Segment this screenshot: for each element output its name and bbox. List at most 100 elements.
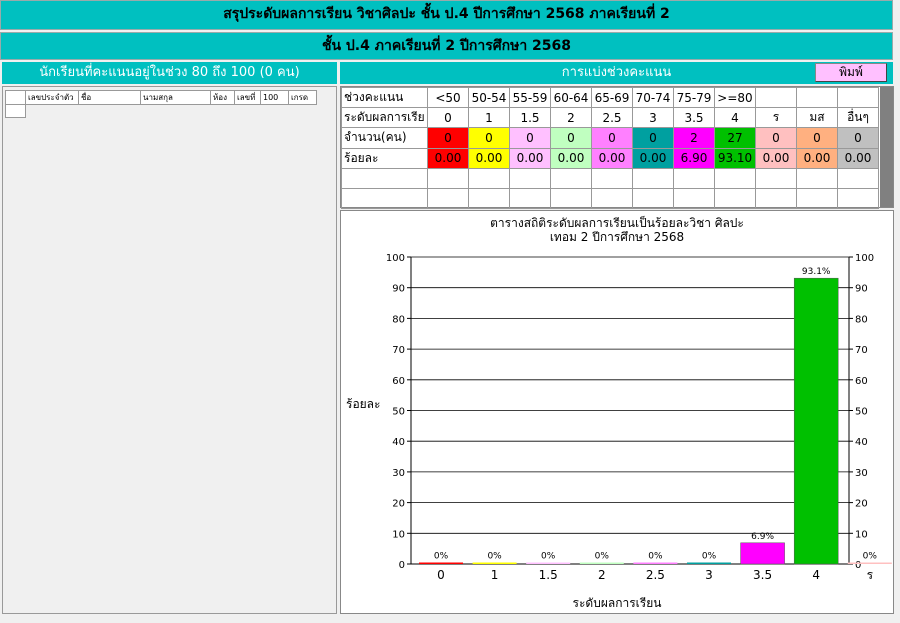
range-cell[interactable]: 75-79 <box>673 86 715 109</box>
student-col-surname[interactable]: นามสกุล <box>140 90 211 105</box>
percent-cell[interactable]: 0.00 <box>468 147 510 169</box>
student-col-number[interactable]: เลขที่ <box>234 90 261 105</box>
bar-value-label: 0% <box>595 552 610 562</box>
count-cell[interactable]: 0 <box>427 127 469 149</box>
report-title: สรุประดับผลการเรียน วิชาศิลปะ ชั้น ป.4 ป… <box>0 0 893 30</box>
blank-cell[interactable] <box>468 187 510 210</box>
blank-cell[interactable] <box>341 167 428 189</box>
blank-cell[interactable] <box>341 187 428 210</box>
blank-cell[interactable] <box>837 187 879 210</box>
range-cell[interactable]: 55-59 <box>509 86 551 109</box>
blank-cell[interactable] <box>550 167 592 189</box>
blank-cell[interactable] <box>837 167 879 189</box>
blank-cell[interactable] <box>427 167 469 189</box>
blank-cell[interactable] <box>468 167 510 189</box>
count-cell[interactable]: 2 <box>673 127 715 149</box>
student-table[interactable]: เลขประจำตัว ชื่อ นามสกุล ห้อง เลขที่ 100… <box>5 90 317 118</box>
percent-cell[interactable]: 6.90 <box>673 147 715 169</box>
blank-cell[interactable] <box>714 187 756 210</box>
range-cell[interactable]: 60-64 <box>550 86 592 109</box>
count-cell[interactable]: 0 <box>468 127 510 149</box>
count-cell[interactable]: 0 <box>755 127 797 149</box>
percent-cell[interactable]: 0.00 <box>755 147 797 169</box>
count-cell[interactable]: 0 <box>550 127 592 149</box>
grade-cell[interactable]: ร <box>755 107 797 129</box>
blank-cell[interactable] <box>796 167 838 189</box>
blank-cell[interactable] <box>755 167 797 189</box>
student-col-grade[interactable]: เกรด <box>288 90 317 105</box>
chart-subtitle: เทอม 2 ปีการศึกษา 2568 <box>550 230 684 244</box>
blank-cell[interactable] <box>755 187 797 210</box>
student-list-panel[interactable]: เลขประจำตัว ชื่อ นามสกุล ห้อง เลขที่ 100… <box>2 86 337 614</box>
blank-cell[interactable] <box>673 167 715 189</box>
bar <box>472 562 517 564</box>
blank-cell[interactable] <box>796 187 838 210</box>
grade-distribution-grid[interactable]: ช่วงคะแนน <50 50-54 55-59 60-64 65-69 70-74 75-… <box>340 86 894 210</box>
print-button[interactable]: พิมพ์ <box>815 63 887 82</box>
grade-cell[interactable]: 2.5 <box>591 107 633 129</box>
count-cell[interactable]: 0 <box>837 127 879 149</box>
grade-cell[interactable]: มส <box>796 107 838 129</box>
bar <box>526 562 571 564</box>
percent-cell[interactable]: 0.00 <box>550 147 592 169</box>
blank-cell[interactable] <box>509 167 551 189</box>
grade-cell[interactable]: 0 <box>427 107 469 129</box>
y-tick-label-right: 10 <box>855 529 868 540</box>
y-tick-label-right: 100 <box>855 253 874 264</box>
count-cell[interactable]: 0 <box>632 127 674 149</box>
range-cell[interactable] <box>837 86 879 109</box>
blank-cell[interactable] <box>591 167 633 189</box>
blank-cell[interactable] <box>673 187 715 210</box>
student-col-id[interactable]: เลขประจำตัว <box>25 90 79 105</box>
count-cell[interactable]: 0 <box>509 127 551 149</box>
range-cell[interactable]: >=80 <box>714 86 756 109</box>
grade-row-blank <box>341 167 879 189</box>
percent-cell[interactable]: 93.10 <box>714 147 756 169</box>
row-label: ช่วงคะแนน <box>341 86 428 109</box>
row-label: ร้อยละ <box>341 147 428 169</box>
student-col-room[interactable]: ห้อง <box>210 90 235 105</box>
grade-table[interactable]: ช่วงคะแนน <50 50-54 55-59 60-64 65-69 70-74 75-… <box>341 86 879 210</box>
range-cell[interactable]: <50 <box>427 86 469 109</box>
grade-cell[interactable]: 4 <box>714 107 756 129</box>
y-tick-label-right: 70 <box>855 345 868 356</box>
empty-cell[interactable] <box>5 104 26 118</box>
student-col-score[interactable]: 100 <box>260 90 289 105</box>
range-cell[interactable]: 65-69 <box>591 86 633 109</box>
blank-cell[interactable] <box>632 187 674 210</box>
range-cell[interactable]: 70-74 <box>632 86 674 109</box>
count-cell[interactable]: 0 <box>591 127 633 149</box>
percent-cell[interactable]: 0.00 <box>591 147 633 169</box>
percent-cell[interactable]: 0.00 <box>509 147 551 169</box>
percent-cell[interactable]: 0.00 <box>837 147 879 169</box>
blank-cell[interactable] <box>714 167 756 189</box>
empty-area <box>26 105 317 118</box>
blank-cell[interactable] <box>591 187 633 210</box>
count-cell[interactable]: 27 <box>714 127 756 149</box>
blank-cell[interactable] <box>632 167 674 189</box>
grade-cell[interactable]: อื่นๆ <box>837 107 879 129</box>
grade-cell[interactable]: 2 <box>550 107 592 129</box>
grade-cell[interactable]: 1 <box>468 107 510 129</box>
y-tick-label-right: 80 <box>855 314 868 325</box>
grade-cell[interactable]: 3.5 <box>673 107 715 129</box>
percent-cell[interactable]: 0.00 <box>427 147 469 169</box>
range-cell[interactable] <box>755 86 797 109</box>
percent-cell[interactable]: 0.00 <box>632 147 674 169</box>
y-tick-label-left: 50 <box>392 407 405 418</box>
blank-cell[interactable] <box>427 187 469 210</box>
percent-cell[interactable]: 0.00 <box>796 147 838 169</box>
grade-cell[interactable]: 1.5 <box>509 107 551 129</box>
grade-cell[interactable]: 3 <box>632 107 674 129</box>
range-cell[interactable]: 50-54 <box>468 86 510 109</box>
student-col-select[interactable] <box>5 90 26 105</box>
count-cell[interactable]: 0 <box>796 127 838 149</box>
student-col-name[interactable]: ชื่อ <box>78 90 141 105</box>
student-table-empty-row[interactable] <box>5 104 317 118</box>
grid-scrollbar[interactable] <box>880 87 893 207</box>
row-label: จำนวน(คน) <box>341 127 428 149</box>
blank-cell[interactable] <box>509 187 551 210</box>
range-cell[interactable] <box>796 86 838 109</box>
y-tick-label-left: 20 <box>392 499 405 510</box>
blank-cell[interactable] <box>550 187 592 210</box>
